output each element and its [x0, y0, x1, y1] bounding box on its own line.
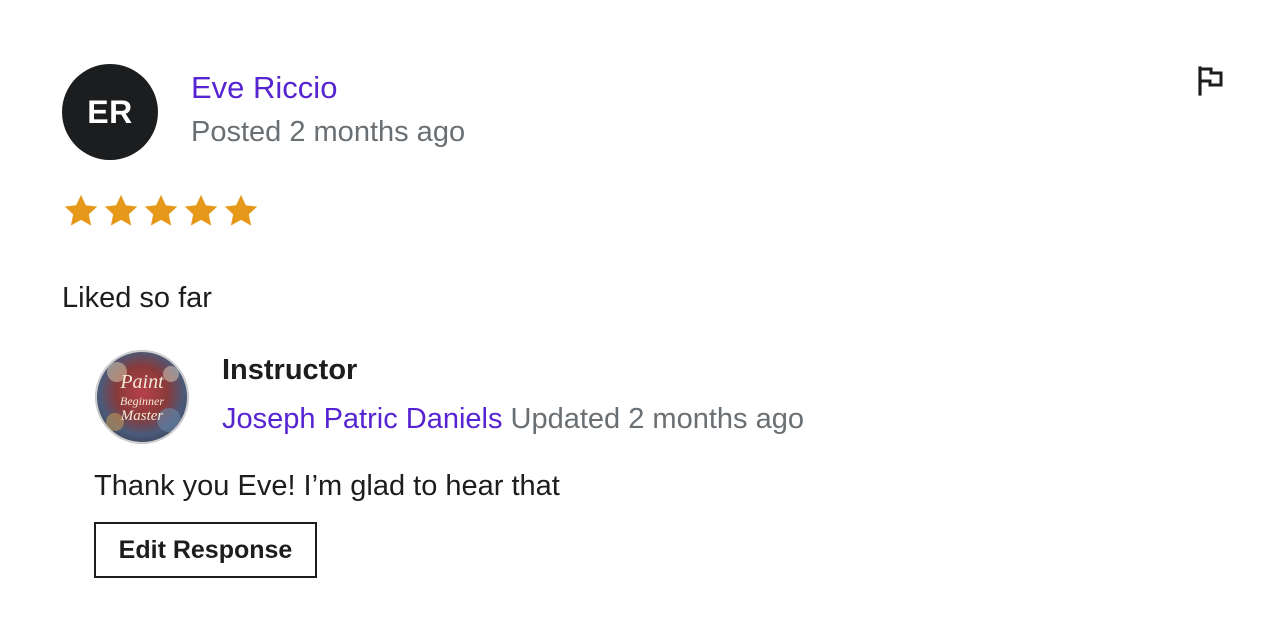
reviewer-avatar: ER	[62, 64, 158, 160]
review-card: ER Eve Riccio Posted 2 months ago Liked …	[0, 0, 1286, 640]
instructor-avatar: Paint Beginner Master	[95, 350, 189, 444]
instructor-name-link[interactable]: Joseph Patric Daniels	[222, 403, 502, 435]
reviewer-initials: ER	[87, 93, 133, 130]
instructor-avatar-image: Paint Beginner Master	[95, 350, 189, 444]
response-text: Thank you Eve! I’m glad to hear that	[94, 470, 560, 502]
edit-response-button[interactable]: Edit Response	[94, 522, 317, 578]
posted-time: Posted 2 months ago	[191, 116, 466, 148]
updated-time: Updated 2 months ago	[510, 403, 804, 435]
star-icon	[222, 192, 260, 230]
star-icon	[142, 192, 180, 230]
svg-text:Master: Master	[120, 408, 164, 424]
reviewer-name-link[interactable]: Eve Riccio	[191, 68, 337, 108]
review-text: Liked so far	[62, 282, 212, 314]
report-flag-button[interactable]	[1192, 62, 1228, 98]
instructor-meta: Joseph Patric Daniels Updated 2 months a…	[222, 399, 804, 439]
star-icon	[182, 192, 220, 230]
svg-text:Paint: Paint	[119, 371, 164, 393]
instructor-role-label: Instructor	[222, 354, 358, 386]
star-rating	[62, 192, 260, 230]
svg-text:Beginner: Beginner	[120, 394, 164, 408]
star-icon	[102, 192, 140, 230]
star-icon	[62, 192, 100, 230]
flag-icon	[1198, 66, 1223, 96]
